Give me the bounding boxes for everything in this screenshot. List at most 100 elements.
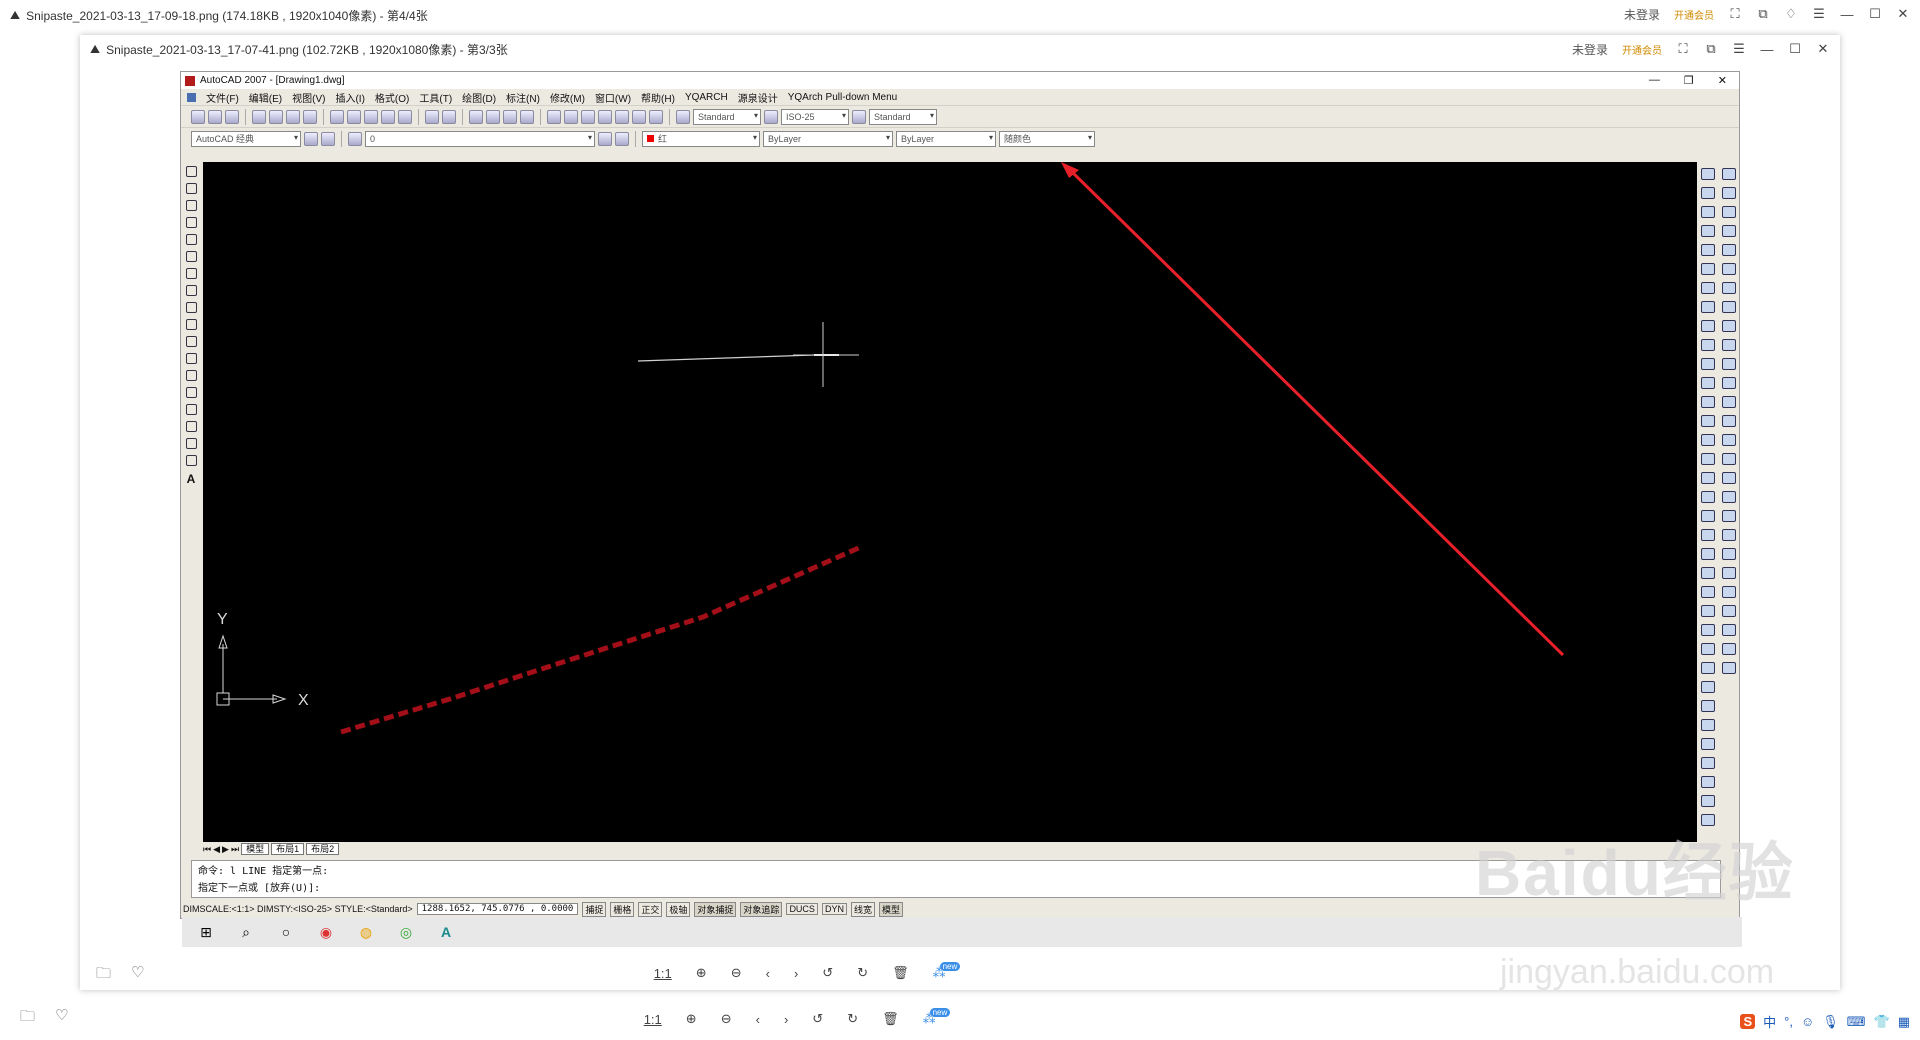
yq-tool-29-icon[interactable] bbox=[1722, 643, 1736, 655]
menu-yuanquan[interactable]: 源泉设计 bbox=[738, 90, 778, 105]
yq-tool-2-icon[interactable] bbox=[1701, 795, 1715, 807]
menu-insert[interactable]: 插入(I) bbox=[335, 90, 364, 105]
erase-icon[interactable] bbox=[1701, 168, 1715, 180]
fillet-icon[interactable] bbox=[1701, 434, 1715, 446]
dim-style-icon[interactable] bbox=[764, 109, 778, 124]
draworder-icon[interactable] bbox=[1701, 472, 1715, 484]
tab-layout1[interactable]: 布局1 bbox=[271, 843, 305, 855]
copy-icon[interactable] bbox=[347, 109, 361, 124]
yq-tool-27-icon[interactable] bbox=[1722, 605, 1736, 617]
refresh-app-icon[interactable]: ◎ bbox=[394, 920, 418, 944]
sogou-icon[interactable]: S bbox=[1740, 1014, 1756, 1029]
menu-format[interactable]: 格式(O) bbox=[375, 90, 409, 105]
ellipse-arc-icon[interactable] bbox=[185, 336, 197, 347]
yq-tool-12-icon[interactable] bbox=[1722, 320, 1736, 332]
yq-tool-16-icon[interactable] bbox=[1722, 396, 1736, 408]
minimize-icon[interactable]: — bbox=[1840, 7, 1854, 22]
yq-tool-1-icon[interactable] bbox=[1701, 776, 1715, 788]
yq-tool-18-icon[interactable] bbox=[1722, 434, 1736, 446]
ime-language[interactable]: 中 bbox=[1763, 1012, 1776, 1031]
fullscreen-icon[interactable]: ⛶ bbox=[1676, 41, 1690, 56]
yq-tool-11-icon[interactable] bbox=[1722, 301, 1736, 313]
yq-wall-icon[interactable] bbox=[1701, 567, 1715, 579]
rotate-right-icon[interactable]: ↻ bbox=[847, 1011, 858, 1027]
windows-start-icon[interactable]: ⊞ bbox=[194, 920, 218, 944]
help-icon[interactable] bbox=[649, 109, 663, 124]
yq-tool-30-icon[interactable] bbox=[1722, 662, 1736, 674]
zoom-out-icon[interactable]: ⊖ bbox=[731, 965, 742, 981]
menu-tools[interactable]: 工具(T) bbox=[419, 90, 452, 105]
polyline-icon[interactable] bbox=[185, 200, 197, 211]
text-style-icon[interactable] bbox=[676, 109, 690, 124]
vip-button[interactable]: 开通会员 bbox=[1622, 42, 1662, 57]
mirror-icon[interactable] bbox=[1701, 206, 1715, 218]
yq-tool-5-icon[interactable] bbox=[1722, 187, 1736, 199]
zoom-previous-icon[interactable] bbox=[520, 109, 534, 124]
match-properties-icon[interactable] bbox=[381, 109, 395, 124]
move-icon[interactable] bbox=[1701, 263, 1715, 275]
3d-dwf-icon[interactable] bbox=[303, 109, 317, 124]
pan-icon[interactable] bbox=[469, 109, 483, 124]
zoom-window-icon[interactable] bbox=[503, 109, 517, 124]
tab-prev-icon[interactable]: ◀ bbox=[213, 844, 220, 855]
rectangle-icon[interactable] bbox=[185, 234, 197, 245]
yq-tool-22-icon[interactable] bbox=[1722, 510, 1736, 522]
yq-door-icon[interactable] bbox=[1701, 586, 1715, 598]
dim-style-combo[interactable]: ISO-25 bbox=[781, 108, 849, 125]
zoom-in-icon[interactable]: ⊕ bbox=[686, 1011, 697, 1027]
table-style-combo[interactable]: Standard bbox=[869, 108, 937, 125]
zoom-out-icon[interactable]: ⊖ bbox=[721, 1011, 732, 1027]
login-link[interactable]: 未登录 bbox=[1624, 6, 1660, 23]
table-style-icon[interactable] bbox=[852, 109, 866, 124]
open-icon[interactable] bbox=[208, 109, 222, 124]
skin-icon[interactable]: 👕 bbox=[1874, 1014, 1890, 1030]
menu-view[interactable]: 视图(V) bbox=[292, 90, 325, 105]
rotate-left-icon[interactable]: ↺ bbox=[812, 1011, 823, 1027]
explode-icon[interactable] bbox=[1701, 453, 1715, 465]
fullscreen-icon[interactable]: ⛶ bbox=[1728, 6, 1742, 21]
vip-button[interactable]: 开通会员 bbox=[1674, 7, 1714, 22]
polar-toggle[interactable]: 极轴 bbox=[666, 901, 691, 917]
gradient-icon[interactable] bbox=[185, 421, 197, 432]
coordinates-readout[interactable]: 1288.1652, 745.0776 , 0.0000 bbox=[416, 903, 579, 915]
minimize-icon[interactable]: — bbox=[1760, 42, 1774, 57]
apps-icon[interactable]: ⁂new bbox=[923, 1008, 957, 1027]
yq-tool-28-icon[interactable] bbox=[1722, 624, 1736, 636]
osnap-toggle[interactable]: 对象捕捉 bbox=[694, 901, 737, 917]
yq-tool-14-icon[interactable] bbox=[1722, 358, 1736, 370]
revision-cloud-icon[interactable] bbox=[185, 285, 197, 296]
offset-icon[interactable] bbox=[1701, 225, 1715, 237]
linetype-combo[interactable]: ByLayer bbox=[763, 130, 893, 147]
polygon-icon[interactable] bbox=[185, 217, 197, 228]
yq-tool-4-icon[interactable] bbox=[1722, 168, 1736, 180]
pin-icon[interactable]: ⧉ bbox=[1704, 41, 1718, 56]
prev-image-icon[interactable]: ‹ bbox=[766, 966, 770, 981]
yq-tool-7-icon[interactable] bbox=[1722, 225, 1736, 237]
arc-icon[interactable] bbox=[185, 251, 197, 262]
plot-style-combo[interactable]: 随颜色 bbox=[999, 130, 1095, 147]
yq-window-icon[interactable] bbox=[1701, 605, 1715, 617]
yq-tool-10-icon[interactable] bbox=[1722, 282, 1736, 294]
properties-icon[interactable] bbox=[547, 109, 561, 124]
yq-tool-21-icon[interactable] bbox=[1722, 491, 1736, 503]
yq-tool-13-icon[interactable] bbox=[1722, 339, 1736, 351]
array-icon[interactable] bbox=[1701, 244, 1715, 256]
draworder-front-icon[interactable] bbox=[1701, 491, 1715, 503]
menu-file[interactable]: 文件(F) bbox=[206, 90, 239, 105]
zoom-realtime-icon[interactable] bbox=[486, 109, 500, 124]
layer-manager-icon[interactable] bbox=[348, 131, 362, 146]
tab-layout2[interactable]: 布局2 bbox=[306, 843, 340, 855]
menu-help[interactable]: 帮助(H) bbox=[641, 90, 675, 105]
autocad-taskbar-icon[interactable]: A bbox=[434, 920, 458, 944]
skin-icon[interactable]: ♢ bbox=[1784, 6, 1798, 21]
delete-icon[interactable]: 🗑 bbox=[882, 1011, 899, 1027]
preview-icon[interactable] bbox=[269, 109, 283, 124]
minimize-icon[interactable]: — bbox=[1649, 74, 1660, 87]
quickcalc-icon[interactable] bbox=[632, 109, 646, 124]
text-style-combo[interactable]: Standard bbox=[693, 108, 761, 125]
yq-axis-icon[interactable] bbox=[1701, 662, 1715, 674]
tab-model[interactable]: 模型 bbox=[241, 843, 270, 855]
keyboard-icon[interactable]: ⌨ bbox=[1847, 1014, 1866, 1030]
tab-next-icon[interactable]: ▶ bbox=[222, 844, 229, 855]
actual-size-button[interactable]: 1:1 bbox=[644, 1012, 662, 1027]
